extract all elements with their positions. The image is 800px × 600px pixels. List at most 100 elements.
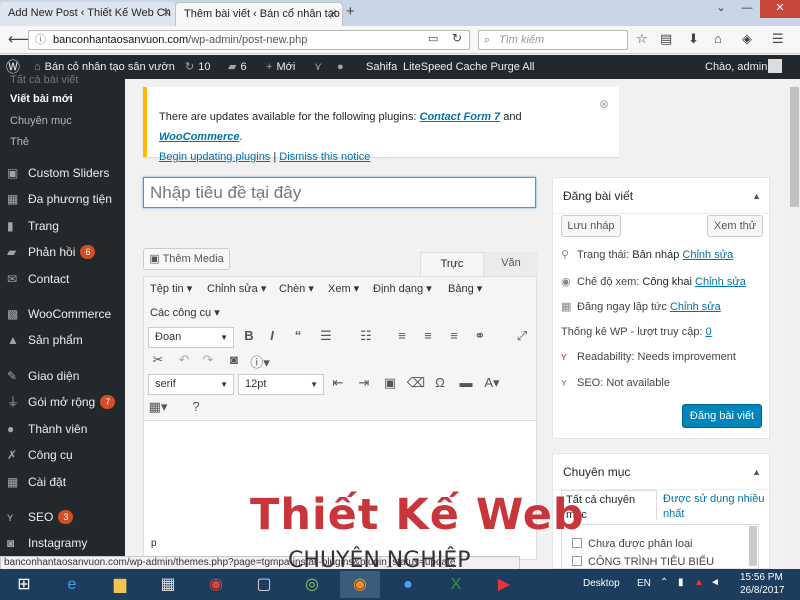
comments-link[interactable]: ▰ 6: [228, 55, 247, 79]
close-window-icon[interactable]: ✕: [760, 0, 800, 18]
edit-visibility-link[interactable]: Chỉnh sửa: [695, 276, 746, 288]
sidebar-item-woocommerce[interactable]: ▩ WooCommerce: [0, 301, 125, 327]
excel-icon[interactable]: X: [436, 571, 476, 598]
explorer-icon[interactable]: ▆: [100, 571, 140, 598]
preview-button[interactable]: Xem thử: [707, 215, 763, 237]
add-media-button[interactable]: ▣ Thêm Media: [143, 248, 230, 270]
format-select[interactable]: Đoạn ▼: [148, 327, 234, 348]
unlink-icon[interactable]: ✂: [148, 352, 168, 368]
sidebar-item-tools[interactable]: ✗ Công cụ: [0, 442, 125, 468]
clear-format-icon[interactable]: ⌫: [406, 375, 426, 391]
litespeed-purge-link[interactable]: LiteSpeed Cache Purge All: [403, 55, 534, 79]
volume-icon[interactable]: ◄: [710, 577, 720, 588]
bookmark-star-icon[interactable]: ☆: [636, 31, 648, 47]
yoast-icon[interactable]: ⋎: [314, 55, 322, 79]
network-icon[interactable]: ▮: [678, 577, 684, 588]
sidebar-item-seo[interactable]: ʏ SEO 3: [0, 504, 125, 530]
windows-start-icon[interactable]: ⊞: [4, 571, 44, 598]
text-color-icon[interactable]: A▾: [482, 375, 502, 391]
dismiss-icon[interactable]: ⊗: [599, 94, 609, 114]
language-indicator[interactable]: EN: [637, 578, 651, 589]
category-item[interactable]: CÔNG TRÌNH TIÊU BIỂU: [572, 556, 714, 568]
publish-button[interactable]: Đăng bài viết: [682, 404, 762, 428]
sidebar-sub-categories[interactable]: Chuyên mục: [10, 115, 72, 127]
bullet-list-icon[interactable]: ☰: [316, 328, 336, 344]
menu-insert[interactable]: Chèn ▾: [279, 282, 314, 295]
category-item[interactable]: Chưa được phân loại: [572, 538, 693, 550]
sidebar-item-contact[interactable]: ✉ Contact: [0, 266, 125, 292]
post-title-input[interactable]: Nhập tiêu đề tại đây: [143, 177, 536, 208]
sidebar-item-custom-sliders[interactable]: ▣ Custom Sliders: [0, 160, 125, 186]
library-icon[interactable]: ▤: [660, 31, 672, 47]
sidebar-item-settings[interactable]: ▦ Cài đặt: [0, 469, 125, 495]
sahifa-link[interactable]: Sahifa: [366, 55, 397, 79]
sidebar-sub-all-posts[interactable]: Tất cả bài viết: [10, 74, 78, 86]
download-icon[interactable]: ⬇: [688, 31, 699, 47]
bold-icon[interactable]: B: [239, 328, 259, 343]
blockquote-icon[interactable]: “: [288, 328, 308, 343]
category-box-title[interactable]: Chuyên mục ▲: [553, 454, 769, 490]
firefox-icon[interactable]: ◉: [340, 571, 380, 598]
help-icon[interactable]: ?: [186, 399, 206, 414]
app-icon[interactable]: ◎: [292, 571, 332, 598]
back-icon[interactable]: ⟵: [8, 30, 30, 48]
numbered-list-icon[interactable]: ☷: [356, 328, 376, 344]
new-content-link[interactable]: + Mới: [266, 55, 295, 79]
clock-date[interactable]: 26/8/2017: [740, 585, 785, 596]
sidebar-item-appearance[interactable]: ✎ Giao diện: [0, 363, 125, 389]
sidebar-item-pages[interactable]: ▮ Trang: [0, 213, 125, 239]
sidebar-item-media[interactable]: ▦ Đa phương tiện: [0, 186, 125, 212]
checkbox[interactable]: [572, 556, 582, 566]
fullscreen-icon[interactable]: ⤢: [512, 328, 532, 344]
reader-icon[interactable]: ▭: [428, 32, 438, 45]
begin-updating-link[interactable]: Begin updating plugins: [159, 151, 270, 163]
zalo-icon[interactable]: ●: [388, 571, 428, 598]
pocket-icon[interactable]: ◈: [742, 31, 752, 47]
close-tab-icon[interactable]: ✕: [162, 2, 171, 24]
account-greeting[interactable]: Chào, admin: [705, 55, 767, 79]
chrome-icon[interactable]: ◉: [196, 571, 236, 598]
omega-icon[interactable]: Ω: [430, 375, 450, 390]
menu-file[interactable]: Tệp tin ▾: [150, 282, 192, 295]
desktop-toolbar[interactable]: Desktop: [583, 578, 620, 589]
info-icon[interactable]: ⓘ▾: [250, 352, 270, 371]
outdent-icon[interactable]: ⇤: [328, 375, 348, 391]
app-icon[interactable]: ▢: [244, 571, 284, 598]
menu-view[interactable]: Xem ▾: [328, 282, 359, 295]
save-draft-button[interactable]: Lưu nháp: [561, 215, 621, 237]
browser-tab-1[interactable]: Add New Post ‹ Thiết Kế Web Ch ✕: [0, 2, 175, 26]
collapse-icon[interactable]: ▲: [752, 178, 761, 214]
app-icon[interactable]: ▦: [148, 571, 188, 598]
scroll-thumb[interactable]: [790, 87, 799, 207]
sidebar-item-comments[interactable]: ▰ Phản hồi 6: [0, 239, 125, 265]
undo-icon[interactable]: ↶: [174, 352, 194, 368]
edit-schedule-link[interactable]: Chỉnh sửa: [670, 301, 721, 313]
align-left-icon[interactable]: ≡: [392, 328, 412, 343]
align-center-icon[interactable]: ≡: [418, 328, 438, 343]
ie-icon[interactable]: e: [52, 571, 92, 598]
search-input[interactable]: ⌕ Tìm kiếm: [478, 30, 628, 50]
updates-link[interactable]: ↻ 10: [185, 55, 210, 79]
browser-tab-2[interactable]: Thêm bài viết ‹ Bán cổ nhân tạo s ✕: [175, 2, 343, 26]
stats-link[interactable]: 0: [706, 326, 712, 338]
tray-chevron-icon[interactable]: ⌃: [660, 577, 668, 588]
sidebar-sub-new-post[interactable]: Viết bài mới: [10, 93, 73, 105]
table-icon[interactable]: ▦▾: [148, 399, 168, 415]
menu-edit[interactable]: Chỉnh sửa ▾: [207, 282, 266, 295]
new-tab-icon[interactable]: +: [346, 3, 355, 20]
align-right-icon[interactable]: ≡: [444, 328, 464, 343]
close-tab-icon[interactable]: ✕: [329, 3, 338, 25]
clock-time[interactable]: 15:56 PM: [740, 572, 783, 583]
tab-visual[interactable]: Trực quan: [420, 252, 484, 292]
minimize-icon[interactable]: —: [734, 0, 760, 18]
tab-text[interactable]: Văn bản: [484, 252, 538, 291]
menu-table[interactable]: Bảng ▾: [448, 282, 482, 295]
link-icon[interactable]: ⚭: [470, 328, 490, 344]
italic-icon[interactable]: I: [262, 328, 282, 343]
home-icon[interactable]: ⌂: [714, 31, 722, 46]
page-scrollbar[interactable]: [789, 79, 800, 569]
publish-box-title[interactable]: Đăng bài viết ▲: [553, 178, 769, 214]
menu-format[interactable]: Định dạng ▾: [373, 282, 432, 295]
reload-icon[interactable]: ↻: [452, 31, 462, 45]
paste-text-icon[interactable]: ▣: [380, 375, 400, 391]
